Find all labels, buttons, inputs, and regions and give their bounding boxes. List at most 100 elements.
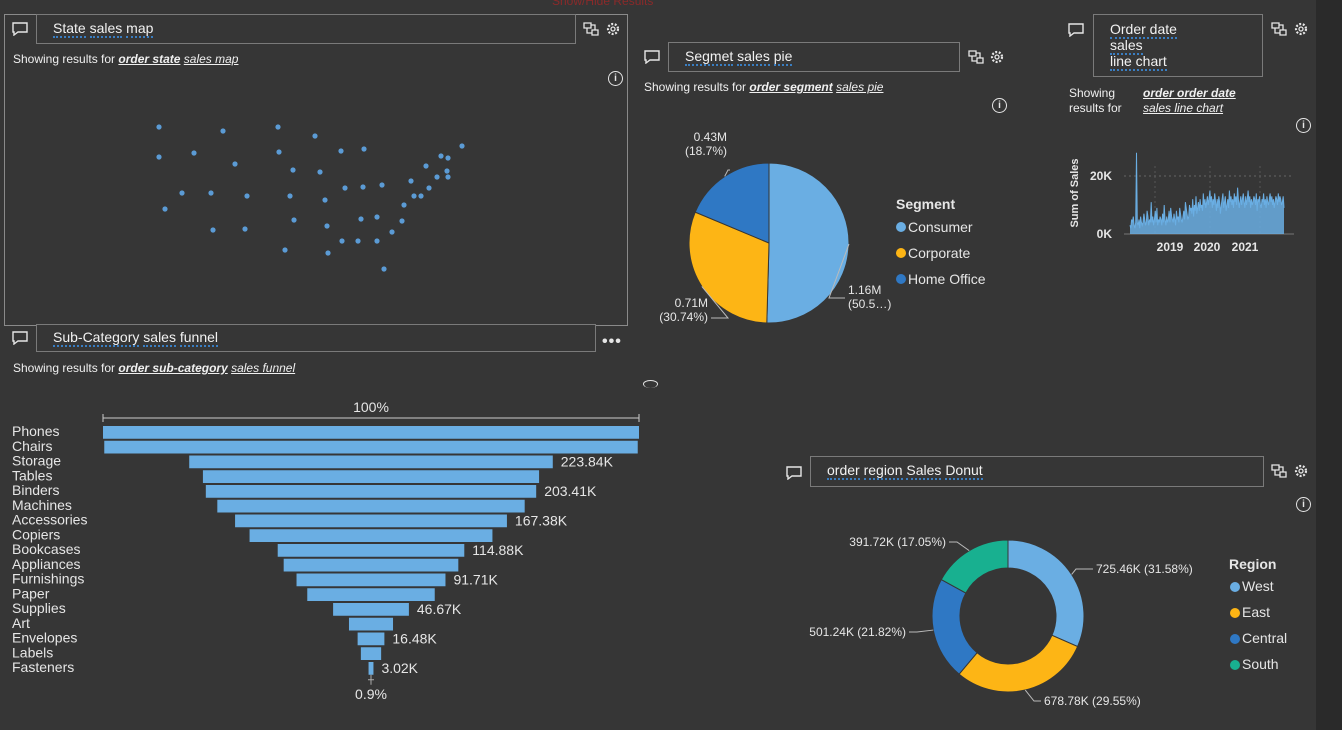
y-tick-label: 20K — [1090, 169, 1112, 183]
showing-rest[interactable]: sales pie — [836, 80, 883, 94]
funnel-bar — [277, 544, 465, 557]
sub-category-sales-funnel-chart: 100% PhonesChairsStorage 223.84K TablesBind… — [12, 399, 640, 702]
funnel-bar — [104, 440, 638, 454]
map-point — [312, 133, 318, 139]
funnel-bar — [249, 529, 493, 542]
donut-slice — [1007, 539, 1085, 648]
query-word: Donut — [945, 462, 983, 480]
chat-icon[interactable] — [786, 466, 802, 480]
showing-prefix: results for — [1069, 101, 1122, 115]
map-point — [290, 167, 296, 173]
funnel-bar — [357, 632, 385, 646]
query-word: sales — [143, 329, 176, 347]
legend-swatch — [896, 248, 906, 258]
chat-icon[interactable] — [644, 50, 660, 64]
chat-icon[interactable] — [12, 331, 28, 345]
value-label: 167.38K — [515, 513, 568, 529]
showing-rest[interactable]: sales funnel — [231, 361, 295, 375]
gear-icon[interactable] — [989, 49, 1005, 65]
info-icon[interactable]: i — [1296, 118, 1311, 133]
pie-query-input[interactable]: Segmet sales pie — [668, 42, 960, 72]
line-showing-prefix: Showing results for — [1069, 86, 1122, 116]
chat-icon[interactable] — [1068, 23, 1084, 37]
map-point — [208, 190, 214, 196]
funnel-bar — [235, 514, 507, 528]
x-tick-label: 2021 — [1232, 240, 1259, 254]
donut-query-input[interactable]: order region Sales Donut — [810, 456, 1264, 487]
line-query-input[interactable]: Order date sales line chart — [1093, 14, 1263, 77]
category-label: Appliances — [12, 556, 81, 572]
info-icon[interactable]: i — [1296, 497, 1311, 512]
gear-icon[interactable] — [1293, 463, 1309, 479]
value-label: 46.67K — [417, 601, 462, 617]
funnel-bar — [368, 662, 374, 675]
map-point — [276, 149, 282, 155]
order-date-sales-line-chart: 20K 0K Sum of Sales 2019 2020 2021 — [1069, 152, 1294, 254]
map-point — [434, 174, 440, 180]
map-point — [317, 169, 323, 175]
map-point — [324, 223, 330, 229]
map-point — [162, 206, 168, 212]
map-point — [399, 218, 405, 224]
pie-percent-label: (30.74%) — [659, 310, 708, 324]
category-label: Bookcases — [12, 541, 80, 557]
category-label: Phones — [12, 423, 59, 439]
funnel-bar — [205, 485, 537, 498]
info-icon[interactable]: i — [992, 98, 1007, 113]
showing-prefix: Showing results for — [13, 361, 116, 375]
chart-type-icon[interactable] — [968, 49, 984, 65]
showing-keyword[interactable]: order segment — [749, 80, 832, 94]
pie-percent-label: (18.7%) — [685, 144, 727, 158]
funnel-bottom-label: 0.9% — [355, 686, 387, 702]
map-point — [179, 190, 185, 196]
query-word: Sub-Category — [53, 329, 140, 347]
category-label: Supplies — [12, 600, 66, 616]
donut-value-label: 391.72K (17.05%) — [849, 535, 946, 549]
donut-value-label: 501.24K (21.82%) — [809, 625, 906, 639]
map-point — [358, 216, 364, 222]
donut-leader-line — [909, 629, 934, 633]
scrollbar-track[interactable] — [1316, 0, 1342, 730]
pie-percent-label: (50.5…) — [848, 297, 891, 311]
line-showing-results: order order date sales line chart — [1143, 86, 1236, 116]
funnel-bar — [296, 573, 446, 587]
category-label: Tables — [12, 467, 52, 483]
legend-swatch — [1230, 582, 1240, 592]
funnel-bar — [348, 617, 394, 631]
pie-slice — [766, 162, 850, 324]
more-options-icon[interactable]: ••• — [602, 333, 622, 351]
showing-keyword[interactable]: order order date — [1143, 86, 1236, 100]
showing-keyword[interactable]: order sub-category — [118, 361, 227, 375]
showing-prefix: Showing — [1069, 86, 1116, 100]
chart-type-icon[interactable] — [1271, 21, 1287, 37]
map-point — [459, 143, 465, 149]
showing-rest[interactable]: sales line chart — [1143, 101, 1223, 115]
category-label: Copiers — [12, 526, 60, 542]
map-point — [156, 124, 162, 130]
map-point — [156, 154, 162, 160]
funnel-query-input[interactable]: Sub-Category sales funnel — [36, 324, 596, 352]
legend-label: Home Office — [908, 271, 986, 287]
map-point — [401, 202, 407, 208]
map-point — [438, 153, 444, 159]
funnel-bar — [283, 558, 459, 572]
chart-type-icon[interactable] — [1271, 463, 1287, 479]
map-point — [445, 174, 451, 180]
map-point — [423, 163, 429, 169]
donut-leader-line — [949, 541, 970, 552]
info-icon[interactable] — [643, 380, 658, 388]
gear-icon[interactable] — [1293, 21, 1309, 37]
map-point — [287, 193, 293, 199]
map-point — [374, 214, 380, 220]
region-sales-donut-chart: 725.46K (31.58%) 678.78K (29.55%) 501.24K … — [809, 535, 1287, 708]
legend-swatch — [896, 274, 906, 284]
map-point — [339, 238, 345, 244]
segment-sales-pie-chart: 1.16M(50.5…) 0.71M(30.74%) 0.43M(18.7%) Seg… — [659, 130, 986, 324]
category-label: Fasteners — [12, 659, 74, 675]
x-tick-label: 2019 — [1157, 240, 1184, 254]
map-point — [426, 185, 432, 191]
query-word: Segmet — [685, 48, 734, 66]
query-word: Sales — [906, 462, 942, 480]
map-point — [381, 266, 387, 272]
value-label: 203.41K — [544, 483, 597, 499]
